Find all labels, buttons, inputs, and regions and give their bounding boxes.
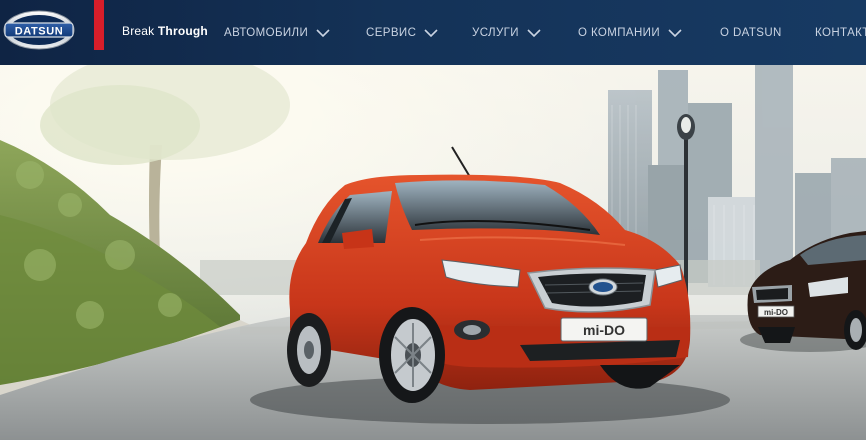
nav-label: СЕРВИС (366, 27, 417, 39)
nav-item-contacts[interactable]: КОНТАКТ (815, 25, 866, 41)
nav-item-about-datsun[interactable]: О DATSUN (720, 25, 782, 41)
nav-label: КОНТАКТ (815, 27, 866, 39)
wheel-rear (287, 313, 331, 387)
nav-item-services[interactable]: УСЛУГИ (472, 25, 541, 41)
logo-text: DATSUN (15, 26, 64, 38)
brand-tagline: Break Through (122, 24, 208, 38)
second-car-badge-text: mi-DO (764, 308, 788, 317)
car-badge-text: mi-DO (583, 322, 625, 338)
wheel-front (379, 307, 445, 403)
nav-label: УСЛУГИ (472, 27, 519, 39)
tagline-bold: Through (157, 24, 208, 38)
nav-item-company[interactable]: О КОМПАНИИ (578, 25, 682, 41)
tagline-light: Break (122, 24, 155, 38)
chevron-down-icon (424, 28, 438, 38)
chevron-down-icon (527, 28, 541, 38)
datsun-logo[interactable]: DATSUN (3, 10, 75, 50)
nav-label: О DATSUN (720, 27, 782, 39)
site-header: DATSUN Break Through АВТОМОБИЛИ СЕРВИС У… (0, 0, 866, 65)
nav-item-service[interactable]: СЕРВИС (366, 25, 438, 41)
hero-image: mi-DO mi-DO (0, 65, 866, 440)
chevron-down-icon (668, 28, 682, 38)
nav-item-cars[interactable]: АВТОМОБИЛИ (224, 25, 330, 41)
nav-label: АВТОМОБИЛИ (224, 27, 309, 39)
chevron-down-icon (316, 28, 330, 38)
accent-bar (94, 0, 104, 50)
hero-banner[interactable]: mi-DO mi-DO (0, 65, 866, 440)
nav-label: О КОМПАНИИ (578, 27, 661, 39)
